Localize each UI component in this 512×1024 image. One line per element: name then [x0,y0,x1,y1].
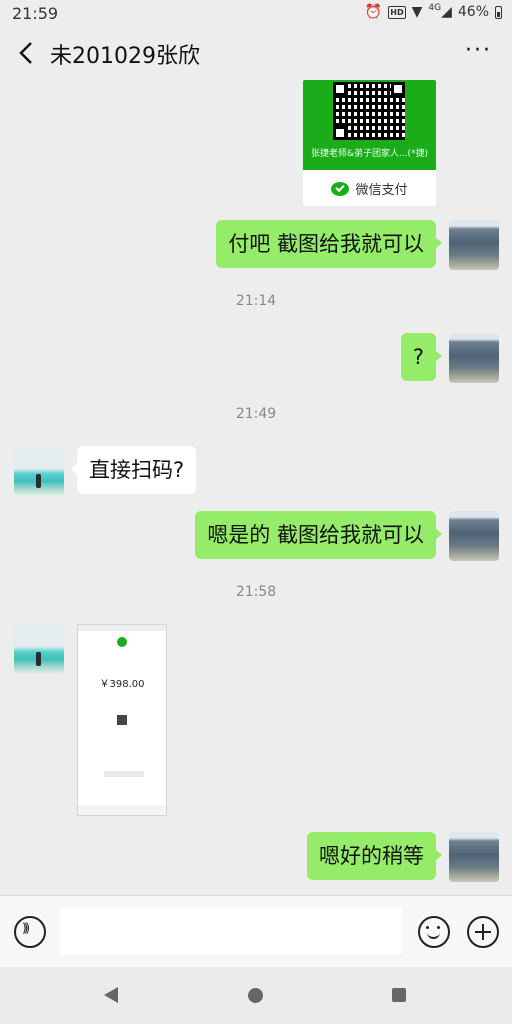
nav-home-icon[interactable] [248,988,263,1003]
wifi-icon: ▼ [411,4,423,20]
my-avatar[interactable] [449,832,499,882]
message-bubble-sent[interactable]: 嗯是的 截图给我就可以 [195,511,442,559]
wechat-pay-icon [117,637,127,647]
voice-input-icon[interactable] [14,916,46,948]
alarm-icon: ⏰ [364,4,383,20]
emoji-icon[interactable] [418,916,450,948]
qr-card-header: 张捷老师&弟子团家人...(*捷) [303,80,436,170]
input-bar [0,895,512,968]
message-bubble-sent[interactable]: ? [400,333,443,381]
qr-footer-label: 微信支付 [355,183,408,198]
hd-icon: HD [388,5,406,19]
message-input[interactable] [60,907,402,955]
status-bar: 21:59 ⏰ HD ▼ 4G ◢ 46% [0,0,512,28]
contact-avatar[interactable] [14,624,64,674]
screenshot-amount: ￥398.00 [99,679,145,690]
timestamp: 21:58 [235,584,277,600]
message-bubble-received[interactable]: 直接扫码? [70,446,197,494]
plus-icon[interactable] [467,916,499,948]
my-avatar[interactable] [449,333,499,383]
battery-icon [495,5,502,19]
timestamp: 21:49 [235,406,277,422]
payment-screenshot-image[interactable]: ￥398.00 [77,624,167,816]
message-bubble-sent[interactable]: 嗯好的稍等 [307,832,442,880]
wechat-pay-icon [331,181,350,196]
battery-percent: 46% [457,4,489,20]
timestamp: 21:14 [235,293,277,309]
qr-caption: 张捷老师&弟子团家人...(*捷) [310,149,429,159]
chat-header: 未201029张欣 ··· [0,28,512,80]
more-options-button[interactable]: ··· [465,38,492,63]
nav-back-icon[interactable] [104,987,118,1003]
chat-title: 未201029张欣 [50,44,200,69]
message-bubble-sent[interactable]: 付吧 截图给我就可以 [216,220,442,268]
status-time: 21:59 [12,4,59,23]
qr-card-footer: 微信支付 [303,171,436,206]
back-arrow-icon[interactable] [16,40,40,66]
qr-code-image [333,82,405,140]
network-label: 4G [428,3,442,13]
message-list[interactable]: 张捷老师&弟子团家人...(*捷) 微信支付 付吧 截图给我就可以 21:14 … [0,80,512,895]
status-icons: ⏰ HD ▼ 4G ◢ 46% [364,3,502,20]
my-avatar[interactable] [449,511,499,561]
system-nav-bar [0,967,512,1024]
contact-avatar[interactable] [14,446,64,496]
qr-payment-card[interactable]: 张捷老师&弟子团家人...(*捷) 微信支付 [303,80,436,206]
nav-recents-icon[interactable] [392,988,406,1002]
signal-icon: ◢ [441,4,452,20]
my-avatar[interactable] [449,220,499,270]
